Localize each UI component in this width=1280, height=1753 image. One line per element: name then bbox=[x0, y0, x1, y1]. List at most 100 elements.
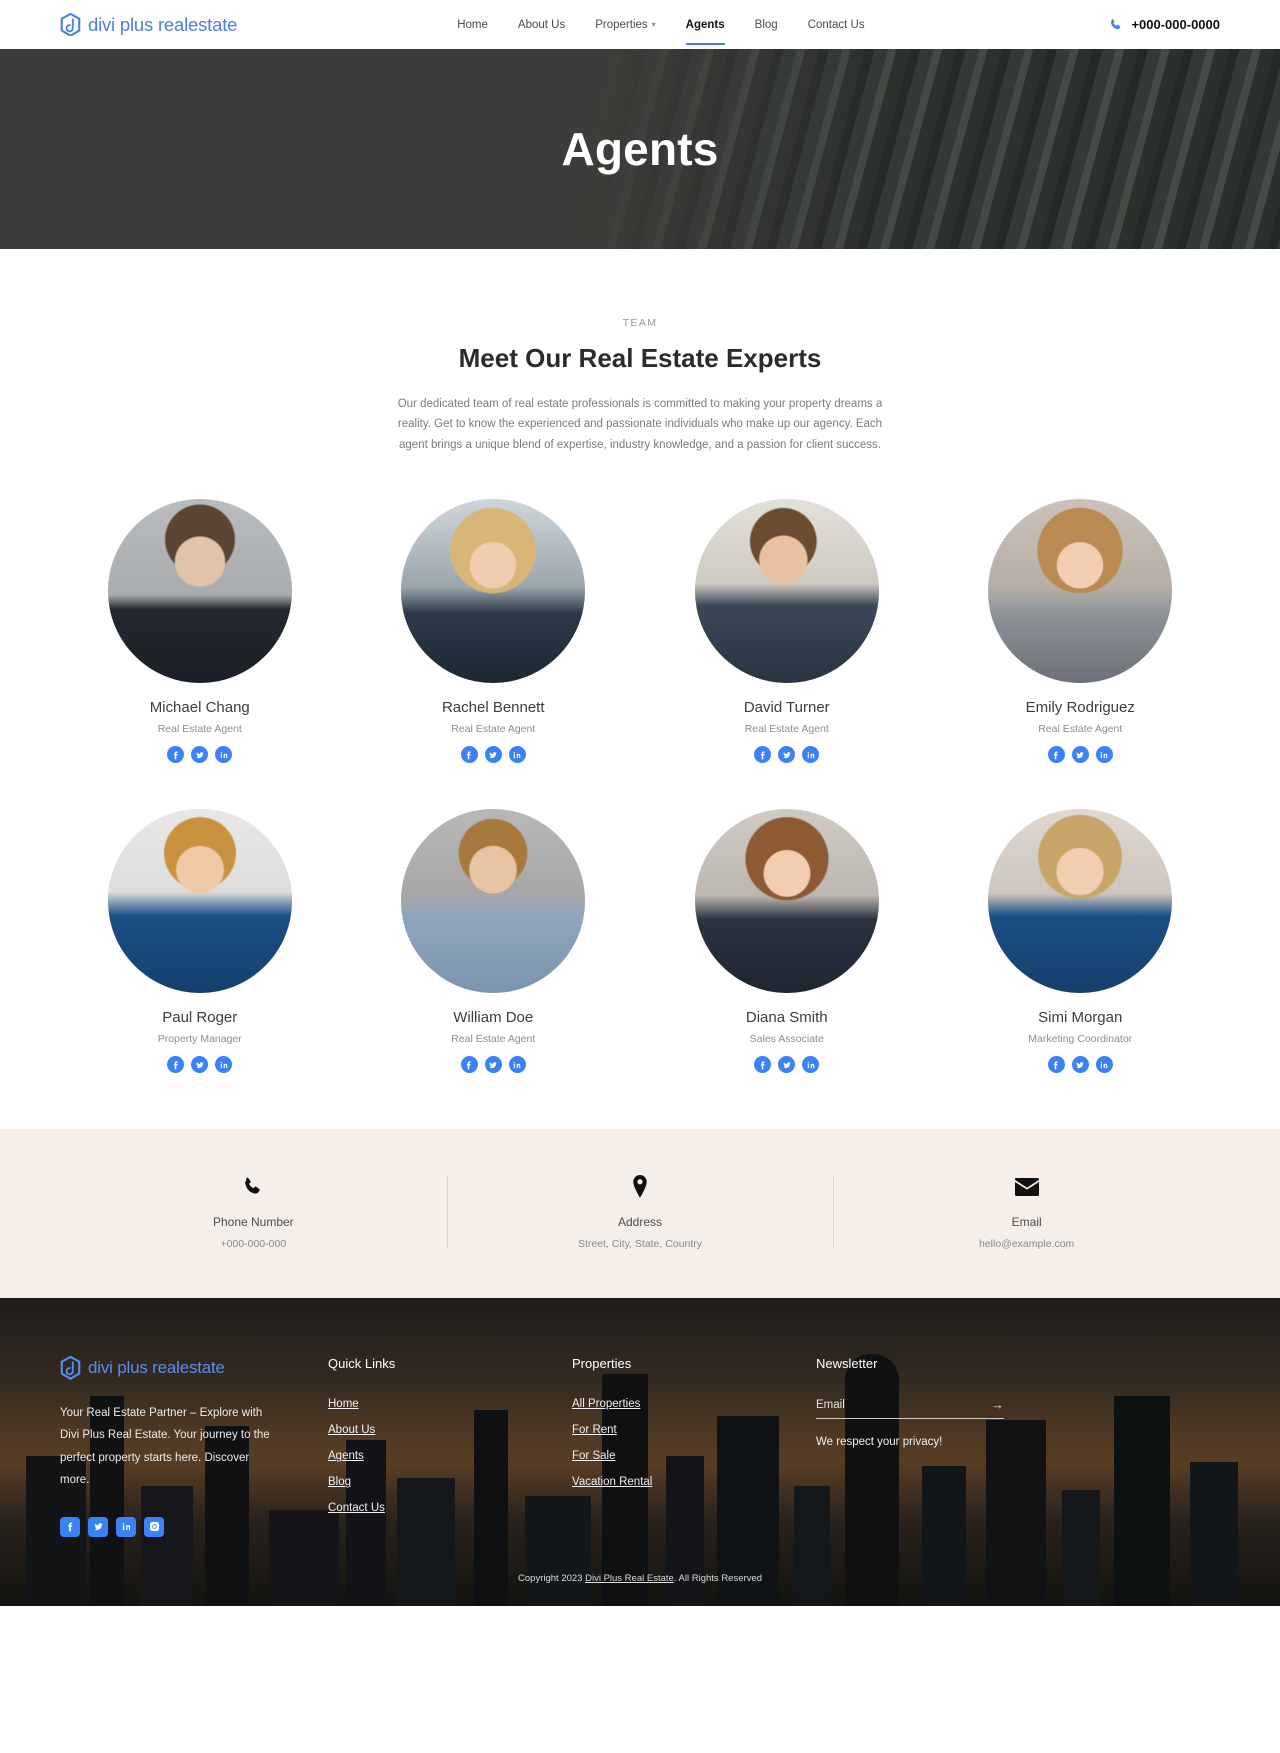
agent-role: Real Estate Agent bbox=[451, 723, 536, 736]
footer-link-for-sale[interactable]: For Sale bbox=[572, 1450, 615, 1462]
agent-card: Rachel Bennett Real Estate Agent bbox=[354, 499, 634, 764]
agent-name: William Doe bbox=[453, 1009, 534, 1027]
linkedin-icon[interactable] bbox=[116, 1516, 136, 1537]
agent-name: Michael Chang bbox=[149, 699, 250, 717]
agent-socials bbox=[754, 746, 820, 764]
facebook-icon[interactable] bbox=[167, 1056, 185, 1074]
nav-label: About Us bbox=[517, 18, 566, 31]
facebook-icon[interactable] bbox=[754, 746, 772, 764]
avatar bbox=[107, 499, 292, 684]
agent-card: Diana Smith Sales Associate bbox=[647, 809, 927, 1074]
contact-address-block: Address Street, City, State, Country bbox=[446, 1173, 834, 1250]
contact-phone-block: Phone Number +000-000-000 bbox=[60, 1173, 447, 1250]
twitter-icon[interactable] bbox=[484, 746, 502, 764]
linkedin-icon[interactable] bbox=[1095, 746, 1113, 764]
copyright-link[interactable]: Divi Plus Real Estate bbox=[585, 1573, 674, 1584]
agent-card: David Turner Real Estate Agent bbox=[647, 499, 927, 764]
nav-item-agents[interactable]: Agents bbox=[685, 5, 725, 45]
section-description: Our dedicated team of real estate profes… bbox=[397, 398, 883, 451]
footer-link-all-properties[interactable]: All Properties bbox=[572, 1398, 640, 1410]
linkedin-icon[interactable] bbox=[508, 1056, 526, 1074]
agent-role: Real Estate Agent bbox=[451, 1033, 536, 1046]
facebook-icon[interactable] bbox=[460, 1056, 478, 1074]
nav-item-contact-us[interactable]: Contact Us bbox=[808, 5, 865, 45]
footer-link-about-us[interactable]: About Us bbox=[328, 1424, 375, 1436]
agent-role: Real Estate Agent bbox=[744, 723, 829, 736]
agent-socials bbox=[1047, 746, 1113, 764]
facebook-icon[interactable] bbox=[754, 1056, 772, 1074]
hero-banner: Agents bbox=[0, 49, 1280, 249]
contact-value: +000-000-000 bbox=[220, 1238, 287, 1251]
copyright-prefix: Copyright 2023 bbox=[518, 1572, 586, 1584]
agent-socials bbox=[167, 746, 233, 764]
logo-text: divi plus realestate bbox=[88, 13, 238, 35]
envelope-icon bbox=[1014, 1173, 1039, 1201]
twitter-icon[interactable] bbox=[1071, 1056, 1089, 1074]
footer-logo[interactable]: divi plus realestate bbox=[60, 1356, 328, 1381]
nav-item-home[interactable]: Home bbox=[457, 5, 488, 45]
contact-label: Phone Number bbox=[212, 1215, 294, 1230]
agent-role: Property Manager bbox=[157, 1033, 242, 1046]
footer-description: Your Real Estate Partner – Explore with … bbox=[60, 1407, 270, 1486]
agent-name: Simi Morgan bbox=[1038, 1009, 1123, 1027]
linkedin-icon[interactable] bbox=[1095, 1056, 1113, 1074]
agent-card: William Doe Real Estate Agent bbox=[354, 809, 634, 1074]
linkedin-icon[interactable] bbox=[215, 1056, 233, 1074]
site-logo[interactable]: divi plus realestate bbox=[60, 12, 238, 37]
agent-socials bbox=[1047, 1056, 1113, 1074]
footer-link-vacation-rental[interactable]: Vacation Rental bbox=[572, 1476, 652, 1488]
linkedin-icon[interactable] bbox=[508, 746, 526, 764]
nav-item-blog[interactable]: Blog bbox=[755, 5, 778, 45]
facebook-icon[interactable] bbox=[60, 1516, 80, 1537]
footer-link-agents[interactable]: Agents bbox=[328, 1450, 364, 1462]
avatar bbox=[107, 809, 292, 994]
twitter-icon[interactable] bbox=[191, 1056, 209, 1074]
facebook-icon[interactable] bbox=[1047, 746, 1065, 764]
avatar bbox=[401, 499, 586, 684]
agent-role: Real Estate Agent bbox=[157, 723, 242, 736]
footer-link-contact-us[interactable]: Contact Us bbox=[328, 1502, 385, 1514]
footer-link-blog[interactable]: Blog bbox=[328, 1476, 351, 1488]
agent-name: Emily Rodriguez bbox=[1025, 699, 1135, 717]
twitter-icon[interactable] bbox=[191, 746, 209, 764]
arrow-right-icon[interactable]: → bbox=[991, 1398, 1004, 1411]
newsletter-email-input[interactable] bbox=[816, 1398, 956, 1411]
linkedin-icon[interactable] bbox=[802, 1056, 820, 1074]
footer-link-home[interactable]: Home bbox=[328, 1398, 359, 1410]
linkedin-icon[interactable] bbox=[215, 746, 233, 764]
nav-item-about-us[interactable]: About Us bbox=[518, 5, 565, 45]
agent-card: Paul Roger Property Manager bbox=[60, 809, 340, 1074]
chevron-down-icon: ▾ bbox=[651, 19, 656, 29]
facebook-icon[interactable] bbox=[1047, 1056, 1065, 1074]
footer-link-for-rent[interactable]: For Rent bbox=[572, 1424, 617, 1436]
linkedin-icon[interactable] bbox=[802, 746, 820, 764]
facebook-icon[interactable] bbox=[167, 746, 185, 764]
copyright-suffix: . All Rights Reserved bbox=[673, 1572, 762, 1584]
twitter-icon[interactable] bbox=[88, 1516, 108, 1537]
agent-name: Rachel Bennett bbox=[441, 699, 545, 717]
agents-grid: Michael Chang Real Estate Agent Rachel B… bbox=[60, 499, 1221, 1074]
instagram-icon[interactable] bbox=[144, 1516, 164, 1537]
agent-role: Sales Associate bbox=[749, 1033, 824, 1046]
twitter-icon[interactable] bbox=[778, 746, 796, 764]
footer-brand-column: divi plus realestate Your Real Estate Pa… bbox=[60, 1356, 328, 1537]
twitter-icon[interactable] bbox=[1071, 746, 1089, 764]
agent-card: Michael Chang Real Estate Agent bbox=[60, 499, 340, 764]
footer-column-heading: Quick Links bbox=[328, 1356, 396, 1372]
contact-label: Email bbox=[1011, 1215, 1042, 1230]
facebook-icon[interactable] bbox=[460, 746, 478, 764]
agent-role: Real Estate Agent bbox=[1038, 723, 1123, 736]
avatar bbox=[694, 499, 879, 684]
twitter-icon[interactable] bbox=[778, 1056, 796, 1074]
agent-socials bbox=[460, 746, 526, 764]
nav-label: Properties bbox=[595, 18, 648, 31]
section-eyebrow: TEAM bbox=[622, 317, 658, 329]
location-pin-icon bbox=[630, 1173, 650, 1201]
phone-icon bbox=[242, 1173, 264, 1201]
header-phone[interactable]: +000-000-0000 bbox=[1109, 17, 1220, 32]
twitter-icon[interactable] bbox=[484, 1056, 502, 1074]
nav-item-properties[interactable]: Properties ▾ bbox=[595, 5, 655, 45]
contact-strip: Phone Number +000-000-000 Address Street… bbox=[0, 1129, 1280, 1299]
agent-card: Simi Morgan Marketing Coordinator bbox=[941, 809, 1221, 1074]
agent-name: Paul Roger bbox=[162, 1009, 238, 1027]
